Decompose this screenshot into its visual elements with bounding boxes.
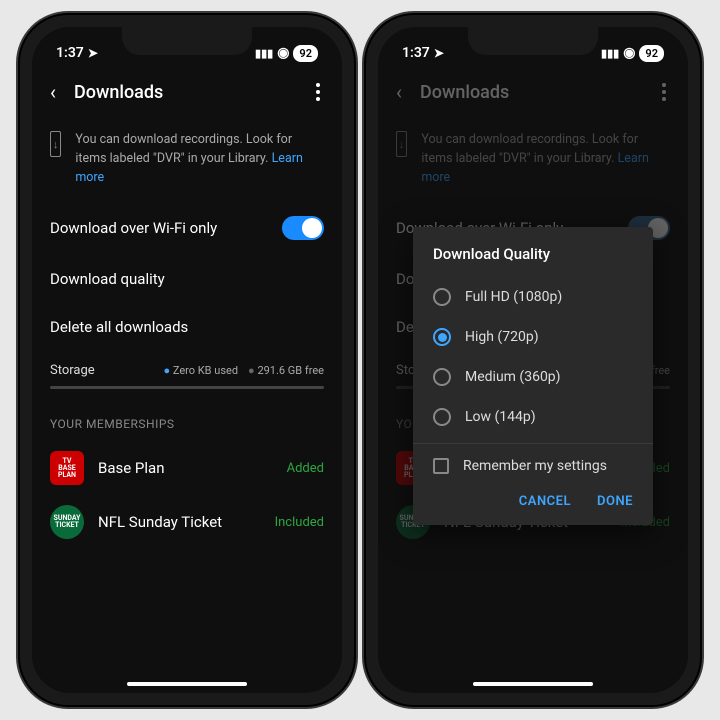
storage-used: ● Zero KB used xyxy=(163,364,238,377)
screen-left: 1:37 ➤ ▮▮▮ ◉ 92 ‹ Downloads ↓ You can do… xyxy=(32,27,342,693)
more-icon[interactable] xyxy=(658,79,670,105)
cancel-button[interactable]: CANCEL xyxy=(519,494,571,509)
download-quality-modal: Download Quality Full HD (1080p) High (7… xyxy=(413,227,653,525)
delete-all-label: Delete all downloads xyxy=(50,318,324,336)
banner-msg: You can download recordings. Look for it… xyxy=(421,132,638,166)
base-plan-icon: TV BASE PLAN xyxy=(50,451,84,485)
option-label: Low (144p) xyxy=(465,409,536,425)
battery: 92 xyxy=(639,45,664,62)
remember-settings-row[interactable]: Remember my settings xyxy=(413,444,653,484)
info-banner: ↓ You can download recordings. Look for … xyxy=(378,117,688,201)
home-indicator[interactable] xyxy=(127,682,247,686)
modal-actions: CANCEL DONE xyxy=(413,484,653,525)
download-quality-row[interactable]: Download quality xyxy=(32,255,342,303)
wifi-icon: ◉ xyxy=(623,45,635,61)
download-quality-label: Download quality xyxy=(50,270,324,288)
battery: 92 xyxy=(293,45,318,62)
download-icon: ↓ xyxy=(50,131,61,157)
wifi-icon: ◉ xyxy=(277,45,289,61)
wifi-toggle[interactable] xyxy=(282,216,324,240)
info-banner: ↓ You can download recordings. Look for … xyxy=(32,117,342,201)
radio-icon xyxy=(433,408,451,426)
option-label: High (720p) xyxy=(465,329,539,345)
quality-option-fullhd[interactable]: Full HD (1080p) xyxy=(413,277,653,317)
home-indicator[interactable] xyxy=(473,682,593,686)
notch xyxy=(468,27,598,55)
checkbox-icon xyxy=(433,458,449,474)
delete-all-row[interactable]: Delete all downloads xyxy=(32,303,342,351)
storage-free: ● 291.6 GB free xyxy=(248,364,324,377)
notch xyxy=(122,27,252,55)
signal-icon: ▮▮▮ xyxy=(255,47,273,60)
page-title: Downloads xyxy=(74,82,294,103)
location-icon: ➤ xyxy=(434,46,444,60)
page-title: Downloads xyxy=(420,82,640,103)
memberships-header: YOUR MEMBERSHIPS xyxy=(32,397,342,441)
wifi-only-row[interactable]: Download over Wi-Fi only xyxy=(32,201,342,255)
option-label: Medium (360p) xyxy=(465,369,561,385)
option-label: Full HD (1080p) xyxy=(465,289,562,305)
radio-icon-selected xyxy=(433,328,451,346)
quality-option-medium[interactable]: Medium (360p) xyxy=(413,357,653,397)
signal-icon: ▮▮▮ xyxy=(601,47,619,60)
wifi-only-label: Download over Wi-Fi only xyxy=(50,219,282,237)
base-plan-label: Base Plan xyxy=(98,459,273,477)
member-row-nfl[interactable]: SUNDAY TICKET NFL Sunday Ticket Included xyxy=(32,495,342,549)
quality-option-high[interactable]: High (720p) xyxy=(413,317,653,357)
nfl-status: Included xyxy=(275,515,324,530)
phone-right: 1:37 ➤ ▮▮▮ ◉ 92 ‹ Downloads ↓ You can do… xyxy=(366,15,700,705)
banner-msg: You can download recordings. Look for it… xyxy=(75,132,292,166)
back-icon[interactable]: ‹ xyxy=(396,80,402,104)
remember-label: Remember my settings xyxy=(463,458,607,474)
screen-right: 1:37 ➤ ▮▮▮ ◉ 92 ‹ Downloads ↓ You can do… xyxy=(378,27,688,693)
banner-text: You can download recordings. Look for it… xyxy=(75,131,324,187)
app-header: ‹ Downloads xyxy=(32,67,342,117)
radio-icon xyxy=(433,368,451,386)
nfl-icon: SUNDAY TICKET xyxy=(50,505,84,539)
storage-label: Storage xyxy=(50,363,95,378)
banner-text: You can download recordings. Look for it… xyxy=(421,131,670,187)
member-row-base[interactable]: TV BASE PLAN Base Plan Added xyxy=(32,441,342,495)
done-button[interactable]: DONE xyxy=(597,494,633,509)
phone-left: 1:37 ➤ ▮▮▮ ◉ 92 ‹ Downloads ↓ You can do… xyxy=(20,15,354,705)
clock: 1:37 xyxy=(402,45,430,61)
storage-section: Storage ● Zero KB used ● 291.6 GB free xyxy=(32,351,342,397)
clock: 1:37 xyxy=(56,45,84,61)
app-header: ‹ Downloads xyxy=(378,67,688,117)
location-icon: ➤ xyxy=(88,46,98,60)
nfl-label: NFL Sunday Ticket xyxy=(98,513,261,531)
storage-bar xyxy=(50,386,324,389)
more-icon[interactable] xyxy=(312,79,324,105)
download-icon: ↓ xyxy=(396,131,407,157)
quality-option-low[interactable]: Low (144p) xyxy=(413,397,653,437)
base-plan-status: Added xyxy=(287,461,324,476)
back-icon[interactable]: ‹ xyxy=(50,80,56,104)
modal-title: Download Quality xyxy=(413,227,653,277)
radio-icon xyxy=(433,288,451,306)
